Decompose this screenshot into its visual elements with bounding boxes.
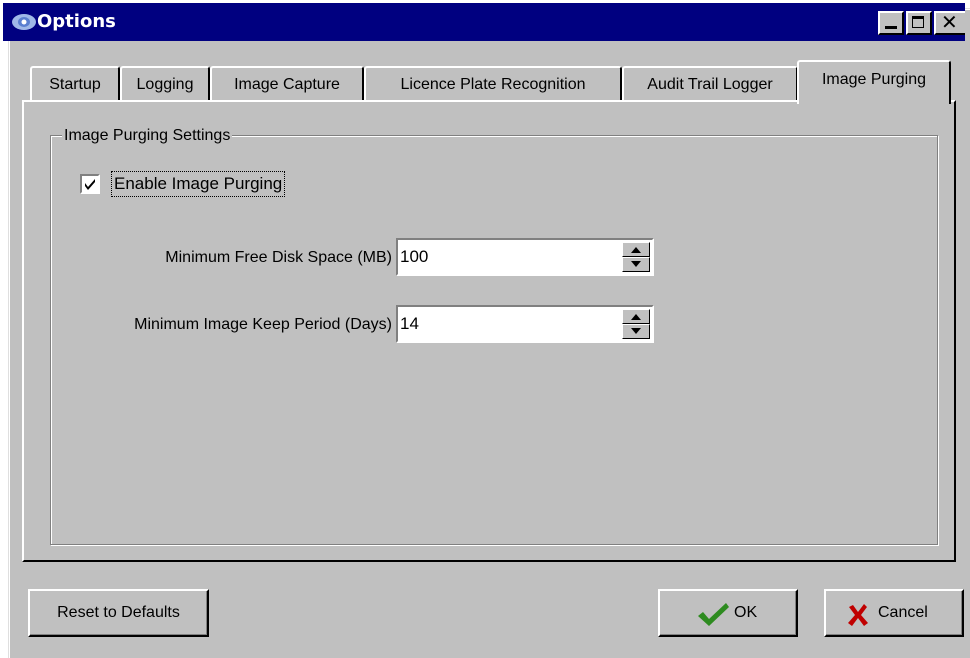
tab-image-capture[interactable]: Image Capture (210, 66, 364, 100)
cancel-x-icon (848, 604, 868, 626)
min-free-disk-space-spinner[interactable] (396, 238, 654, 276)
ok-button[interactable]: OK (658, 589, 798, 637)
tab-startup[interactable]: Startup (30, 66, 120, 100)
window-title: Options (37, 11, 116, 32)
arrow-up-icon (631, 247, 641, 253)
close-button[interactable]: ✕ (934, 11, 965, 35)
arrow-down-icon (631, 328, 641, 334)
min-image-keep-period-label: Minimum Image Keep Period (Days) (134, 316, 392, 333)
minimize-button[interactable] (878, 11, 904, 35)
cancel-label: Cancel (878, 604, 928, 621)
tab-audit-trail-logger[interactable]: Audit Trail Logger (622, 66, 798, 100)
tab-label: Image Capture (234, 76, 340, 93)
tab-image-purging[interactable]: Image Purging (797, 60, 951, 104)
spin-down-button[interactable] (622, 257, 650, 272)
spin-up-button[interactable] (622, 242, 650, 257)
group-title: Image Purging Settings (62, 126, 233, 146)
spin-down-button[interactable] (622, 324, 650, 339)
spinner-arrows (622, 242, 650, 272)
enable-image-purging-checkbox[interactable] (80, 174, 100, 194)
min-free-disk-space-input[interactable] (400, 244, 610, 270)
cancel-button[interactable]: Cancel (824, 589, 964, 637)
tab-label: Audit Trail Logger (647, 76, 773, 93)
title-bar[interactable]: Options ✕ (3, 3, 965, 41)
app-icon (12, 14, 36, 30)
enable-image-purging-label[interactable]: Enable Image Purging (110, 171, 286, 197)
arrow-down-icon (631, 261, 641, 267)
tab-label: Logging (136, 76, 194, 93)
tab-logging[interactable]: Logging (120, 66, 210, 100)
reset-to-defaults-button[interactable]: Reset to Defaults (28, 589, 209, 637)
reset-label: Reset to Defaults (57, 604, 180, 621)
spinner-arrows (622, 309, 650, 339)
close-icon: ✕ (941, 10, 958, 34)
min-free-disk-space-label: Minimum Free Disk Space (MB) (165, 249, 392, 266)
maximize-button[interactable] (906, 11, 932, 35)
tab-label: Licence Plate Recognition (400, 76, 586, 93)
ok-check-icon (698, 603, 729, 626)
maximize-icon (912, 16, 924, 28)
min-image-keep-period-input[interactable] (400, 311, 610, 337)
tab-licence-plate-recognition[interactable]: Licence Plate Recognition (364, 66, 622, 100)
ok-label: OK (734, 604, 758, 621)
tab-label: Image Purging (821, 71, 927, 88)
minimize-icon (885, 26, 897, 29)
arrow-up-icon (631, 314, 641, 320)
checkmark-icon (85, 179, 95, 190)
min-image-keep-period-spinner[interactable] (396, 305, 654, 343)
tab-label: Startup (49, 76, 101, 93)
spin-up-button[interactable] (622, 309, 650, 324)
